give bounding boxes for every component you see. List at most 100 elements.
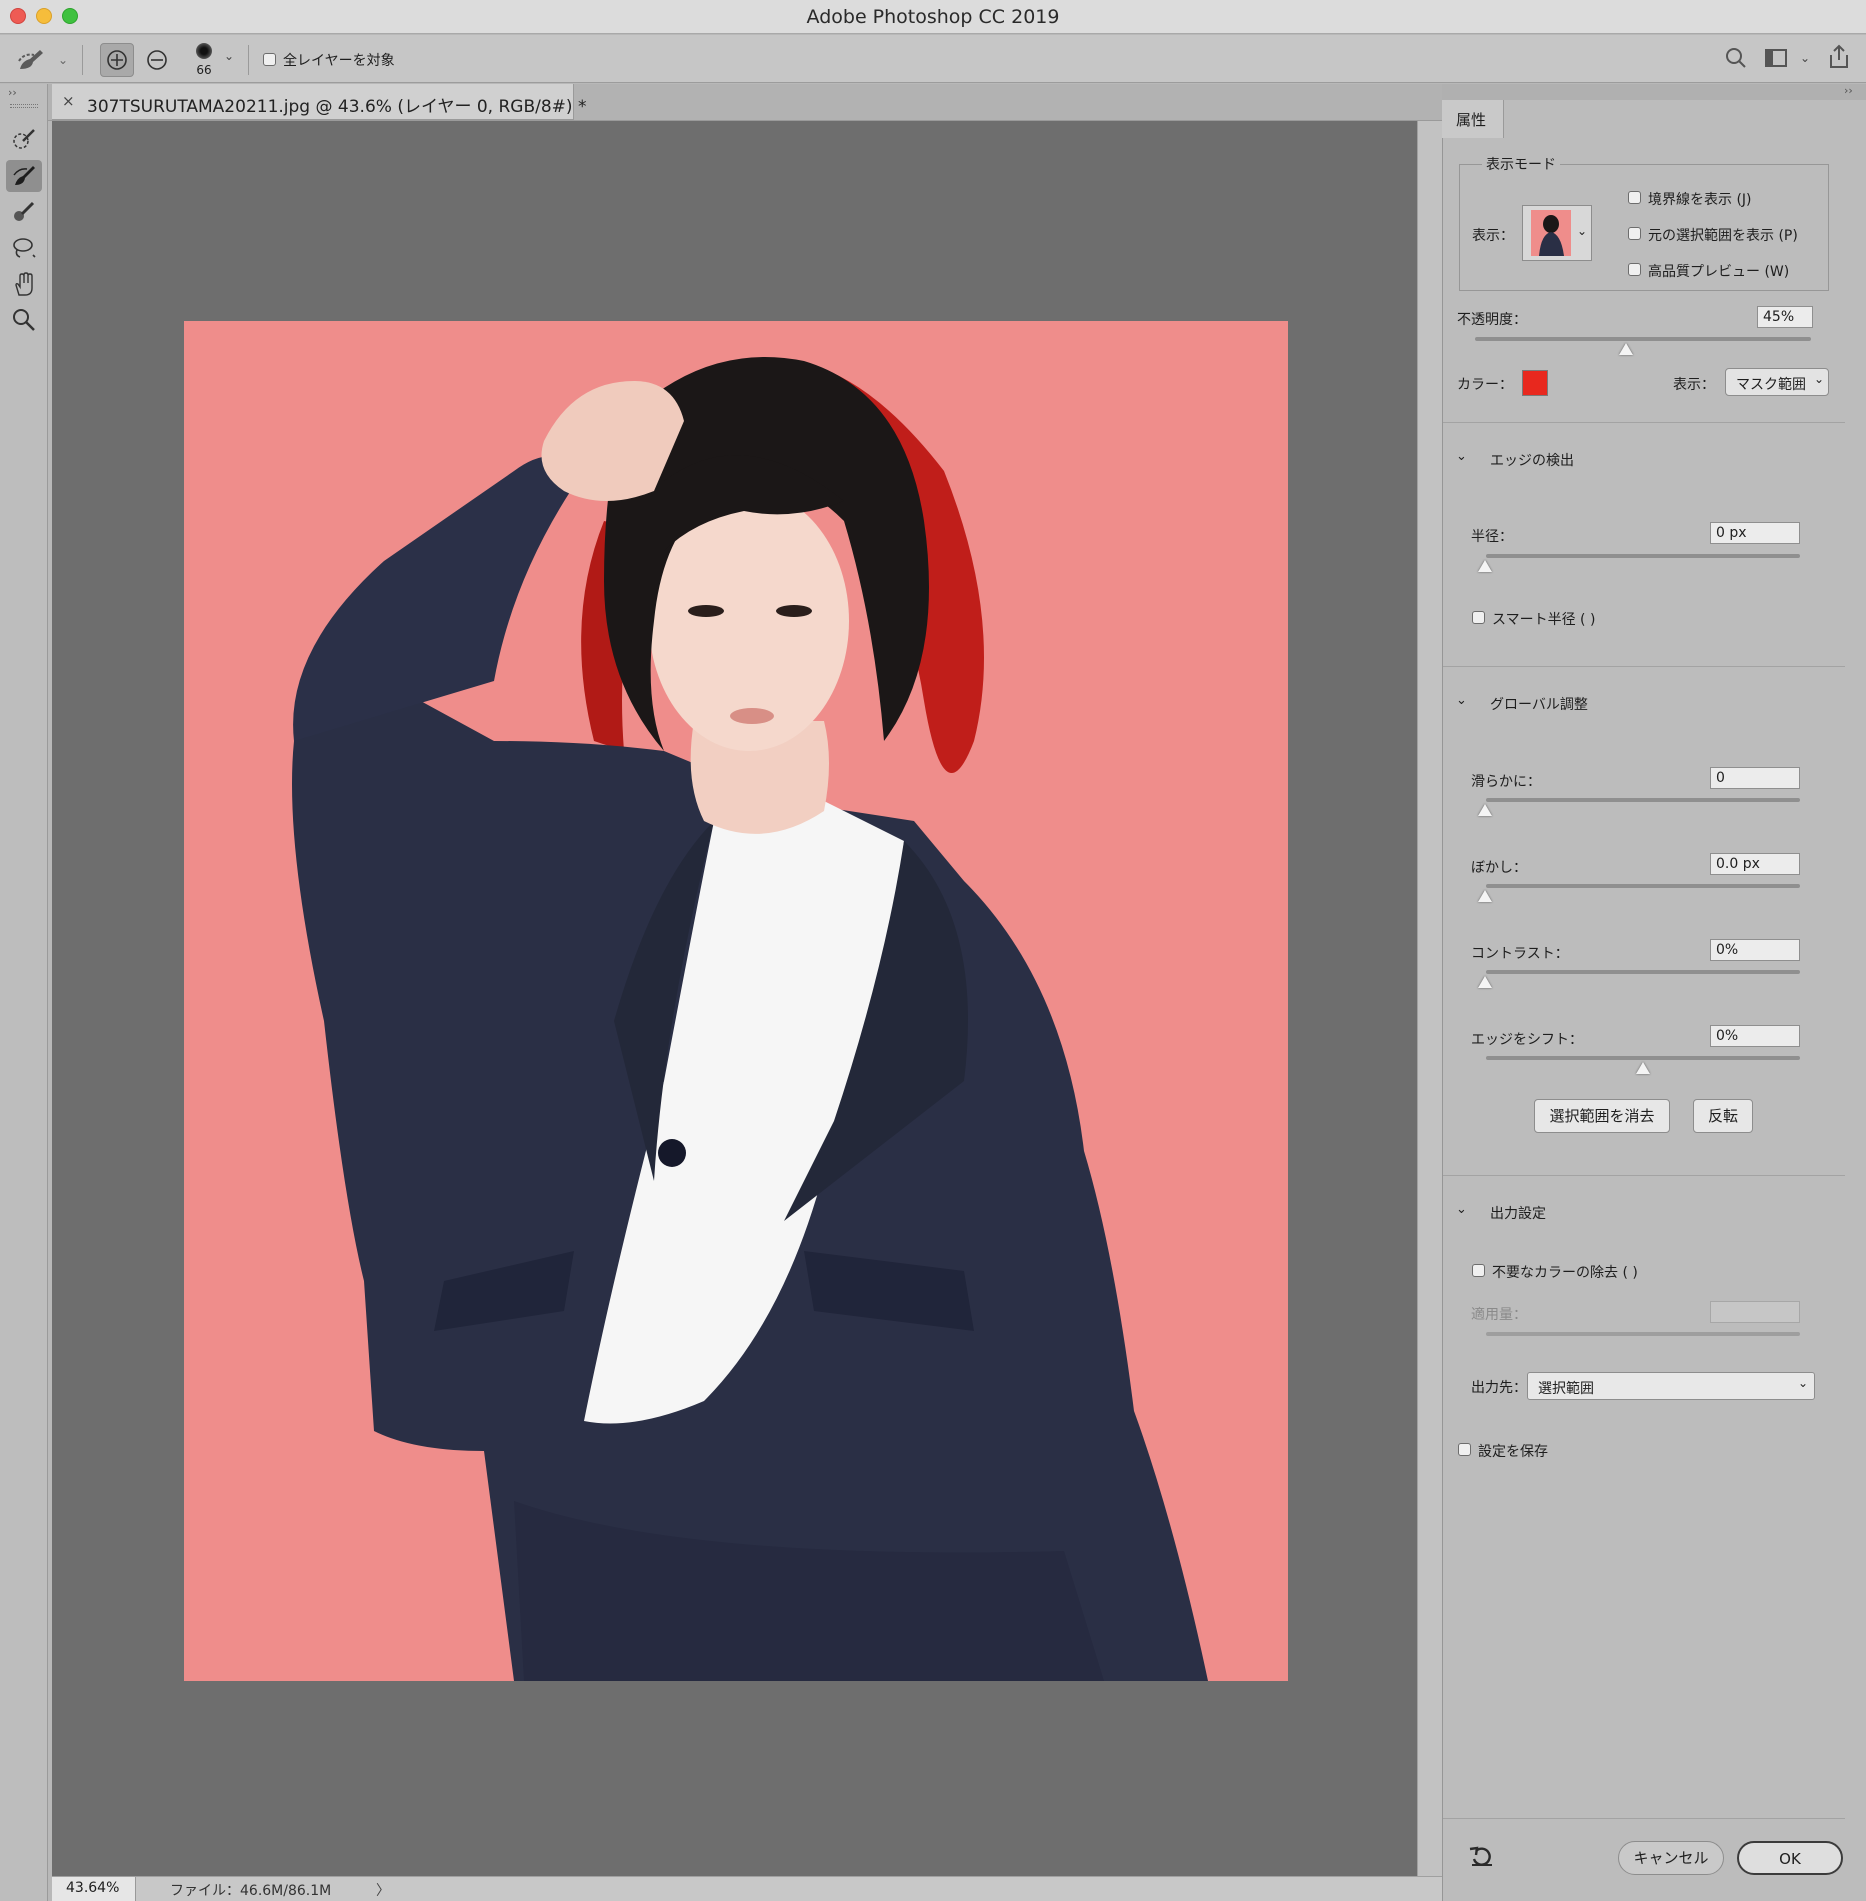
- refine-edge-brush-tool[interactable]: [6, 160, 42, 192]
- brush-size-picker[interactable]: 66: [190, 41, 218, 81]
- status-menu-arrow[interactable]: 〉: [376, 1880, 390, 1900]
- document-title: 307TSURUTAMA20211.jpg @ 43.6% (レイヤー 0, R…: [87, 97, 587, 117]
- smooth-slider-track[interactable]: [1486, 798, 1800, 802]
- display-value: マスク範囲: [1736, 377, 1806, 393]
- file-info: ファイル：46.6M/86.1M: [170, 1883, 332, 1899]
- expand-panel-icon[interactable]: ››: [8, 86, 17, 99]
- show-original-checkbox[interactable]: [1628, 227, 1641, 240]
- chevron-down-icon[interactable]: ⌄: [224, 49, 234, 63]
- radius-input[interactable]: 0 px: [1710, 522, 1800, 544]
- contrast-input[interactable]: 0%: [1710, 939, 1800, 961]
- properties-tab[interactable]: 属性: [1442, 100, 1504, 138]
- radius-slider-thumb[interactable]: [1478, 560, 1492, 572]
- edge-detection-header[interactable]: エッジの検出: [1490, 450, 1574, 470]
- sample-all-layers-checkbox[interactable]: [263, 53, 276, 66]
- properties-tab-label: 属性: [1456, 111, 1487, 129]
- global-refinements-header[interactable]: グローバル調整: [1490, 694, 1588, 714]
- show-edge-label: 境界線を表示 (J): [1648, 192, 1752, 208]
- brush-tool[interactable]: [6, 196, 42, 228]
- decontaminate-checkbox[interactable]: [1472, 1264, 1485, 1277]
- shift-edge-slider-track[interactable]: [1486, 1056, 1800, 1060]
- overlay-color-swatch[interactable]: [1522, 370, 1548, 396]
- zoom-value: 43.64%: [66, 1880, 120, 1896]
- divider: [1443, 1818, 1845, 1819]
- output-to-value: 選択範囲: [1538, 1381, 1594, 1397]
- add-to-region-button[interactable]: [100, 43, 134, 77]
- cancel-button[interactable]: キャンセル: [1618, 1841, 1724, 1875]
- smart-radius-checkbox[interactable]: [1472, 611, 1485, 624]
- tool-preset-picker[interactable]: [14, 43, 48, 77]
- hand-tool[interactable]: [6, 268, 42, 300]
- brush-size-value: 66: [196, 63, 212, 77]
- clear-selection-button[interactable]: 選択範囲を消去: [1534, 1099, 1670, 1133]
- radius-label: 半径：: [1471, 529, 1513, 545]
- shift-edge-input[interactable]: 0%: [1710, 1025, 1800, 1047]
- feather-slider-track[interactable]: [1486, 884, 1800, 888]
- feather-label: ぼかし：: [1471, 860, 1527, 876]
- chevron-down-icon[interactable]: ⌄: [1800, 51, 1810, 65]
- chevron-down-icon[interactable]: ⌄: [1456, 1202, 1467, 1217]
- quick-selection-tool[interactable]: [6, 124, 42, 156]
- chevron-down-icon[interactable]: ⌄: [1456, 449, 1467, 464]
- hq-preview-checkbox[interactable]: [1628, 263, 1641, 276]
- lasso-icon: [13, 238, 36, 258]
- collapse-panel-icon[interactable]: ››: [1844, 84, 1853, 97]
- document-tab[interactable]: × 307TSURUTAMA20211.jpg @ 43.6% (レイヤー 0,…: [52, 84, 586, 120]
- shift-edge-label: エッジをシフト：: [1471, 1032, 1583, 1048]
- zoom-field[interactable]: 43.64%: [52, 1877, 136, 1901]
- chevron-down-icon[interactable]: ⌄: [1456, 693, 1467, 708]
- show-original-label: 元の選択範囲を表示 (P): [1648, 228, 1798, 244]
- subtract-from-region-button[interactable]: [140, 43, 174, 77]
- feather-input[interactable]: 0.0 px: [1710, 853, 1800, 875]
- divider: [82, 45, 83, 75]
- smart-radius-label: スマート半径 ( ): [1492, 612, 1596, 628]
- view-thumbnail: [1531, 210, 1571, 256]
- lasso-tool[interactable]: [6, 232, 42, 264]
- options-bar: ⌄ 66 ⌄ 全レイヤーを対象 ⌄: [0, 35, 1866, 83]
- hand-icon: [15, 272, 33, 296]
- share-icon[interactable]: [1826, 43, 1852, 75]
- opacity-input[interactable]: 45%: [1757, 306, 1813, 328]
- image-preview[interactable]: [184, 321, 1288, 1681]
- reset-icon[interactable]: [1468, 1843, 1496, 1873]
- radius-slider-track[interactable]: [1486, 554, 1800, 558]
- vertical-scrollbar[interactable]: [1417, 121, 1442, 1876]
- opacity-slider-track[interactable]: [1475, 337, 1811, 341]
- panel-header-strip: ››: [1442, 84, 1866, 100]
- contrast-slider-thumb[interactable]: [1478, 976, 1492, 988]
- zoom-tool[interactable]: [6, 304, 42, 336]
- divider: [1443, 422, 1845, 423]
- chevron-down-icon[interactable]: ⌄: [58, 53, 68, 67]
- contrast-slider-track[interactable]: [1486, 970, 1800, 974]
- smooth-label: 滑らかに：: [1471, 774, 1541, 790]
- feather-slider-thumb[interactable]: [1478, 890, 1492, 902]
- invert-button[interactable]: 反転: [1693, 1099, 1753, 1133]
- shift-edge-slider-thumb[interactable]: [1636, 1062, 1650, 1074]
- output-settings-header[interactable]: 出力設定: [1490, 1203, 1546, 1223]
- view-mode-picker[interactable]: ⌄: [1522, 205, 1592, 261]
- canvas-area[interactable]: [52, 121, 1417, 1876]
- workspace-icon[interactable]: [1764, 47, 1788, 73]
- brush-tip-icon: [196, 43, 212, 59]
- decontaminate-label: 不要なカラーの除去 ( ): [1492, 1265, 1638, 1281]
- ok-button[interactable]: OK: [1737, 1841, 1843, 1875]
- contrast-label: コントラスト：: [1471, 946, 1569, 962]
- display-dropdown[interactable]: マスク範囲 ⌄: [1725, 368, 1829, 396]
- show-edge-checkbox[interactable]: [1628, 191, 1641, 204]
- grip-handle[interactable]: [10, 104, 38, 108]
- divider: [248, 45, 249, 75]
- output-to-dropdown[interactable]: 選択範囲 ⌄: [1527, 1372, 1815, 1400]
- opacity-slider-thumb[interactable]: [1619, 343, 1634, 355]
- amount-label: 適用量：: [1471, 1307, 1527, 1323]
- smooth-input[interactable]: 0: [1710, 767, 1800, 789]
- output-to-label: 出力先：: [1471, 1380, 1527, 1396]
- color-label: カラー：: [1457, 377, 1513, 393]
- close-tab-button[interactable]: ×: [62, 92, 75, 110]
- smooth-slider-thumb[interactable]: [1478, 804, 1492, 816]
- view-label: 表示：: [1472, 228, 1514, 244]
- window-title: Adobe Photoshop CC 2019: [806, 6, 1060, 28]
- search-icon[interactable]: [1723, 45, 1749, 75]
- remember-settings-checkbox[interactable]: [1458, 1443, 1471, 1456]
- plus-circle-icon: [107, 50, 127, 70]
- display-label: 表示：: [1673, 377, 1715, 393]
